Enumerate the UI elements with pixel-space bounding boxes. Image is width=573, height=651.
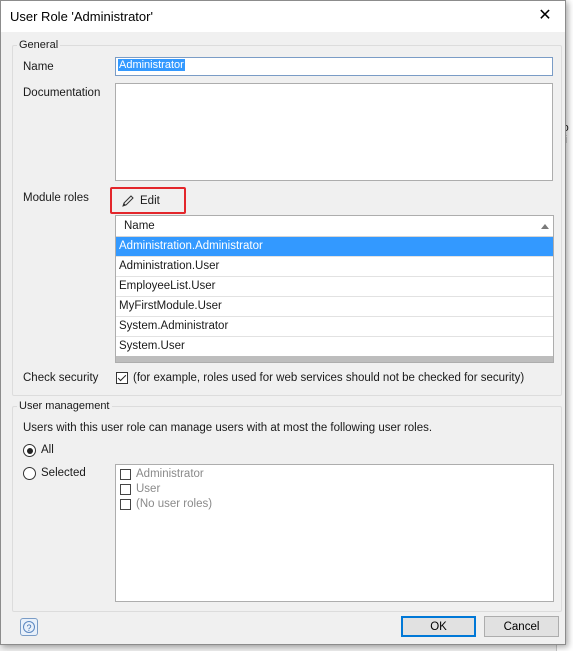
close-icon: ✕ [538,7,552,24]
table-row[interactable]: EmployeeList.User [116,277,553,297]
check-security-label: Check security [23,372,99,384]
table-empty-area [116,356,553,362]
selected-radio-label[interactable]: Selected [41,467,86,479]
name-input[interactable]: Administrator [115,57,553,76]
table-row[interactable]: Administration.User [116,257,553,277]
ok-button[interactable]: OK [401,616,476,637]
pencil-icon [122,195,134,207]
name-label: Name [23,61,54,73]
all-radio[interactable] [23,444,36,457]
user-role-checkbox[interactable] [120,498,131,510]
user-role-dialog: User Role 'Administrator' ✕ General Name… [0,0,566,645]
table-row[interactable]: System.User [116,337,553,357]
table-header[interactable]: Name [116,216,553,237]
documentation-label: Documentation [23,87,101,99]
table-row[interactable]: Administration.Administrator [116,237,553,257]
close-button[interactable]: ✕ [531,4,559,28]
cancel-button[interactable]: Cancel [484,616,559,637]
user-management-description: Users with this user role can manage use… [23,422,433,434]
list-item[interactable]: User [120,482,160,496]
all-radio-label[interactable]: All [41,444,54,456]
user-management-legend: User management [19,400,110,412]
user-roles-list: Administrator User (No user roles) [115,464,554,602]
list-item[interactable]: (No user roles) [120,497,212,511]
edit-button[interactable]: Edit [113,190,183,212]
edit-button-label: Edit [140,195,160,207]
general-legend: General [19,39,59,51]
user-role-label: (No user roles) [136,498,213,510]
title-bar: User Role 'Administrator' ✕ [1,1,565,32]
check-security-checkbox[interactable] [116,372,128,384]
table-row[interactable]: MyFirstModule.User [116,297,553,317]
documentation-textarea[interactable] [115,83,553,181]
selected-radio[interactable] [23,467,36,480]
module-roles-label: Module roles [23,192,89,204]
user-role-checkbox[interactable] [120,483,131,495]
user-role-label: Administrator [136,468,204,480]
help-icon: ? [23,621,35,633]
check-security-hint: (for example, roles used for web service… [133,372,525,384]
table-row[interactable]: System.Administrator [116,317,553,337]
user-role-label: User [136,483,161,495]
user-role-checkbox[interactable] [120,468,131,480]
name-column-header: Name [124,220,155,232]
module-roles-table: Name Administration.Administrator Admini… [115,215,554,363]
help-button[interactable]: ? [20,618,38,636]
dialog-title: User Role 'Administrator' [10,9,153,24]
sort-ascending-icon [541,224,549,229]
name-value: Administrator [118,59,185,71]
list-item[interactable]: Administrator [120,467,204,481]
